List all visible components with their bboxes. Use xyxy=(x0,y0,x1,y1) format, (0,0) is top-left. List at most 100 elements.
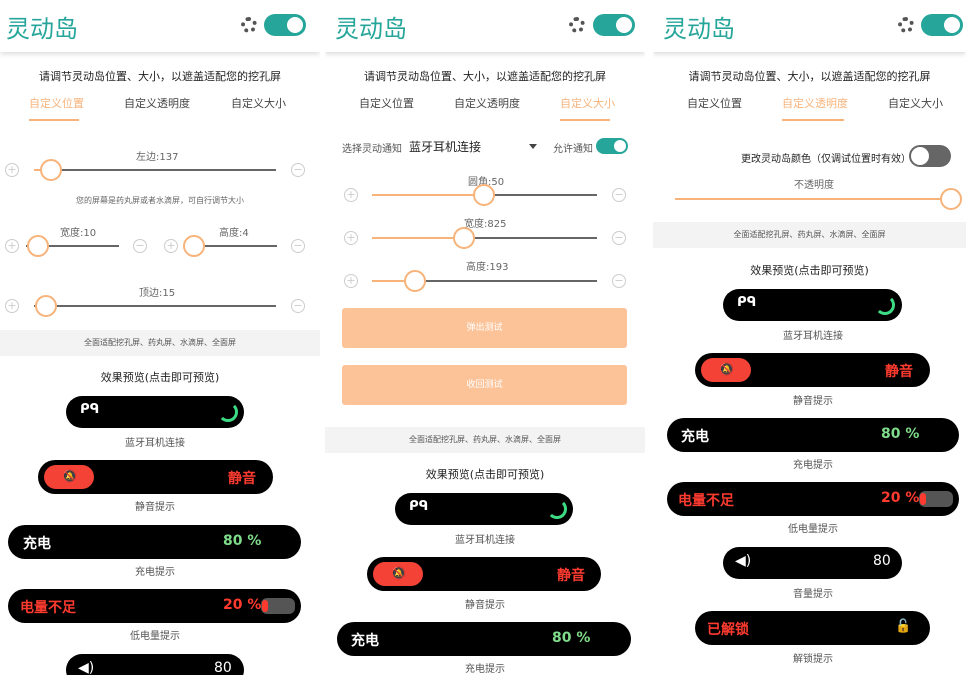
compat-band: 全面适配挖孔屏、药丸屏、水滴屏、全面屏 xyxy=(325,427,645,453)
width-slider-thumb[interactable] xyxy=(453,227,475,249)
plus-icon[interactable]: + xyxy=(344,231,358,245)
top-slider-thumb[interactable] xyxy=(35,295,57,317)
plus-icon[interactable]: + xyxy=(5,299,19,313)
mute-text: 静音 xyxy=(885,364,913,380)
bluetooth-pill[interactable]: ᑭᑫ xyxy=(66,396,244,428)
tab-position[interactable]: 自定义位置 xyxy=(29,95,84,111)
minus-icon[interactable]: − xyxy=(291,299,305,313)
charge-value: 80 % xyxy=(552,630,591,646)
minus-icon[interactable]: − xyxy=(291,163,305,177)
compat-band: 全面适配挖孔屏、药丸屏、水滴屏、全面屏 xyxy=(0,330,320,356)
gear-icon[interactable] xyxy=(898,17,914,33)
tab-opacity[interactable]: 自定义透明度 xyxy=(454,95,520,111)
bell-off-icon: 🔕 xyxy=(62,469,77,483)
width-slider-thumb[interactable] xyxy=(27,235,49,257)
low-battery-value: 20 % xyxy=(881,490,920,506)
bluetooth-pill[interactable]: ᑭᑫ xyxy=(723,289,902,321)
volume-pill[interactable]: ◀) 80 xyxy=(66,654,244,675)
radius-slider-thumb[interactable] xyxy=(473,184,495,206)
gear-icon[interactable] xyxy=(241,17,257,33)
low-battery-pill[interactable]: 电量不足 20 % xyxy=(8,589,301,623)
tab-size[interactable]: 自定义大小 xyxy=(560,95,615,111)
retract-test-button[interactable]: 收回测试 xyxy=(342,365,627,405)
mute-pill[interactable]: 🔕 静音 xyxy=(695,353,930,387)
main-toggle[interactable] xyxy=(593,14,635,36)
tab-indicator xyxy=(29,119,79,121)
top-label: 顶边:15 xyxy=(139,288,176,299)
mute-pill[interactable]: 🔕 静音 xyxy=(38,460,273,494)
loading-icon xyxy=(547,499,567,519)
screen-hint: 您的屏幕是药丸屏或者水滴屏，可自行调节大小 xyxy=(76,196,244,205)
tab-opacity[interactable]: 自定义透明度 xyxy=(782,95,848,111)
plus-icon[interactable]: + xyxy=(344,274,358,288)
volume-caption: 音量提示 xyxy=(793,589,833,600)
popup-test-button[interactable]: 弹出测试 xyxy=(342,308,627,348)
color-toggle[interactable] xyxy=(909,145,951,167)
loading-icon xyxy=(218,402,238,422)
low-battery-pill[interactable]: 电量不足 20 % xyxy=(667,482,959,516)
tab-indicator xyxy=(560,119,610,121)
tab-position[interactable]: 自定义位置 xyxy=(687,95,742,111)
mute-caption: 静音提示 xyxy=(465,600,505,611)
notify-select[interactable]: 蓝牙耳机连接 xyxy=(409,138,481,155)
charge-pill[interactable]: 充电 80 % xyxy=(8,525,301,559)
opacity-label: 不透明度 xyxy=(794,180,834,191)
opacity-slider-thumb[interactable] xyxy=(940,188,962,210)
volume-value: 80 xyxy=(873,553,891,569)
minus-icon[interactable]: − xyxy=(612,231,626,245)
main-toggle[interactable] xyxy=(921,14,963,36)
earbuds-icon: ᑭᑫ xyxy=(409,499,429,514)
charge-pill[interactable]: 充电 80 % xyxy=(667,418,959,452)
bluetooth-caption: 蓝牙耳机连接 xyxy=(125,438,185,449)
adjust-hint: 请调节灵动岛位置、大小，以遮盖适配您的挖孔屏 xyxy=(364,70,606,83)
app-header: 灵动岛 xyxy=(0,0,320,52)
plus-icon[interactable]: + xyxy=(5,239,19,253)
chevron-down-icon[interactable] xyxy=(529,144,537,149)
height-slider-thumb[interactable] xyxy=(404,270,426,292)
preview-title: 效果预览(点击即可预览) xyxy=(425,468,545,481)
earbuds-icon: ᑭᑫ xyxy=(80,402,100,417)
app-header: 灵动岛 xyxy=(653,0,966,52)
unlock-pill[interactable]: 已解锁 🔓 xyxy=(695,611,930,645)
mute-pill[interactable]: 🔕 静音 xyxy=(367,557,601,591)
left-slider[interactable] xyxy=(34,169,276,171)
low-battery-caption: 低电量提示 xyxy=(788,524,838,535)
minus-icon[interactable]: − xyxy=(612,188,626,202)
width-slider[interactable] xyxy=(372,237,597,239)
speaker-icon: ◀) xyxy=(735,553,752,569)
app-title: 灵动岛 xyxy=(663,15,735,43)
minus-icon[interactable]: − xyxy=(291,239,305,253)
panel-position: 灵动岛 请调节灵动岛位置、大小，以遮盖适配您的挖孔屏 自定义位置 自定义透明度 … xyxy=(0,0,320,675)
plus-icon[interactable]: + xyxy=(5,163,19,177)
left-slider-thumb[interactable] xyxy=(40,159,62,181)
bell-off-icon: 🔕 xyxy=(391,566,406,580)
main-toggle[interactable] xyxy=(264,14,306,36)
preview-title: 效果预览(点击即可预览) xyxy=(100,371,220,384)
opacity-slider[interactable] xyxy=(675,198,955,200)
allow-toggle[interactable] xyxy=(596,138,628,154)
tab-size[interactable]: 自定义大小 xyxy=(888,95,943,111)
plus-icon[interactable]: + xyxy=(344,188,358,202)
minus-icon[interactable]: − xyxy=(133,239,147,253)
top-slider[interactable] xyxy=(34,305,276,307)
height-label: 高度:193 xyxy=(466,262,509,273)
mute-caption: 静音提示 xyxy=(135,502,175,513)
tab-position[interactable]: 自定义位置 xyxy=(359,95,414,111)
preview-title: 效果预览(点击即可预览) xyxy=(750,264,869,277)
volume-value: 80 xyxy=(214,660,232,675)
charge-value: 80 % xyxy=(881,426,920,442)
app-header: 灵动岛 xyxy=(325,0,645,52)
bluetooth-pill[interactable]: ᑭᑫ xyxy=(395,493,573,525)
gear-icon[interactable] xyxy=(569,17,585,33)
charge-pill[interactable]: 充电 80 % xyxy=(337,622,631,656)
minus-icon[interactable]: − xyxy=(612,274,626,288)
height-slider-thumb[interactable] xyxy=(183,235,205,257)
volume-pill[interactable]: ◀) 80 xyxy=(723,547,902,579)
tab-size[interactable]: 自定义大小 xyxy=(231,95,286,111)
tab-opacity[interactable]: 自定义透明度 xyxy=(124,95,190,111)
charge-text: 充电 xyxy=(351,633,379,649)
unlock-icon: 🔓 xyxy=(895,619,912,634)
plus-icon[interactable]: + xyxy=(164,239,178,253)
left-label: 左边:137 xyxy=(136,152,179,163)
bell-off-icon: 🔕 xyxy=(719,362,734,376)
